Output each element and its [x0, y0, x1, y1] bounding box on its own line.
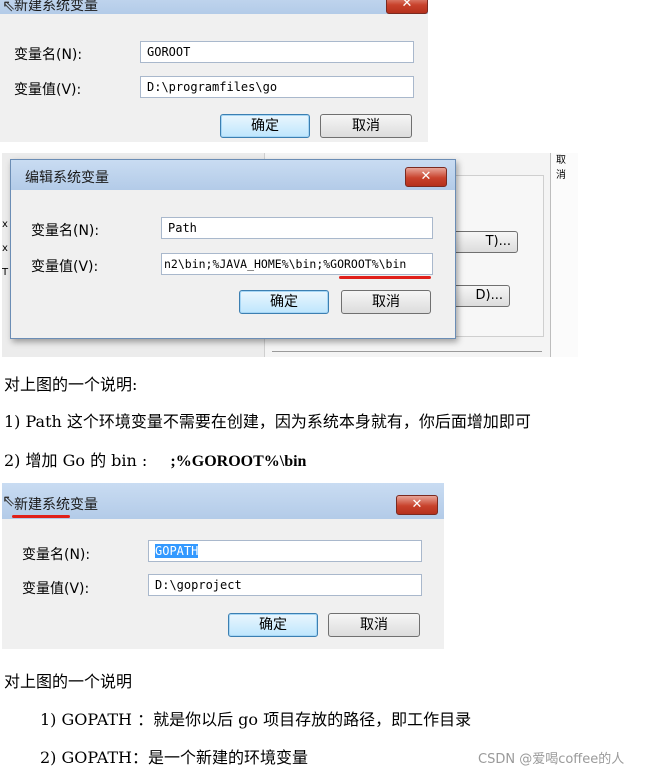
- goroot-underline-mark: [339, 276, 431, 279]
- variable-name-label: 变量名(N):: [22, 547, 91, 563]
- variable-name-label: 变量名(N):: [31, 223, 100, 239]
- notes2-item-2: 2) GOPATH：是一个新建的环境变量: [40, 748, 309, 767]
- notes2-heading: 对上图的一个说明: [4, 672, 133, 691]
- variable-value-label: 变量值(V):: [14, 82, 82, 98]
- selected-text: GOPATH: [155, 544, 199, 558]
- ok-button[interactable]: 确定: [228, 613, 318, 637]
- close-icon[interactable]: ✕: [405, 167, 447, 187]
- notes-item-2-prefix: 2) 增加 Go 的 bin :: [4, 451, 148, 470]
- cancel-button[interactable]: 取消: [320, 114, 412, 138]
- notes-item-2-code: ;%GOROOT%\bin: [170, 453, 307, 470]
- background-right-window: [550, 153, 578, 357]
- title-underline-mark: [12, 515, 70, 518]
- variable-value-field[interactable]: n2\bin;%JAVA_HOME%\bin;%GOROOT%\bin: [161, 253, 433, 275]
- background-cancel-label: 取 消: [556, 155, 566, 181]
- variable-name-field[interactable]: Path: [161, 217, 433, 239]
- cancel-button[interactable]: 取消: [341, 290, 431, 314]
- new-variable-dialog-goroot: 新建系统变量 ✕ 变量名(N): GOROOT 变量值(V): D:\progr…: [0, 0, 428, 142]
- edit-variable-screenshot: T)... D)... 取 消 编辑系统变量 ✕ 变量名(N): Path 变量…: [2, 153, 578, 357]
- cancel-button[interactable]: 取消: [328, 613, 420, 637]
- dialog-title: 新建系统变量: [14, 0, 98, 14]
- variable-value-label: 变量值(V):: [22, 581, 90, 597]
- notes-heading: 对上图的一个说明:: [4, 375, 138, 394]
- dialog-title: 新建系统变量: [14, 497, 98, 513]
- notes-item-1: 1) Path 这个环境变量不需要在创建，因为系统本身就有，你后面增加即可: [4, 412, 531, 431]
- variable-value-field[interactable]: D:\goproject: [148, 574, 422, 596]
- new-variable-dialog-gopath: 新建系统变量 ✕ 变量名(N): GOPATH 变量值(V): D:\gopro…: [2, 483, 444, 649]
- variable-name-field[interactable]: GOROOT: [140, 41, 414, 63]
- edit-variable-dialog: 编辑系统变量 ✕ 变量名(N): Path 变量值(V): n2\bin;%JA…: [10, 159, 456, 339]
- background-button-top: T)...: [450, 231, 518, 253]
- variable-name-field[interactable]: GOPATH: [148, 540, 422, 562]
- ok-button[interactable]: 确定: [239, 290, 329, 314]
- mouse-cursor-icon: ⇖: [2, 491, 16, 510]
- notes2-item-1: 1) GOPATH ：就是你以后 go 项目存放的路径，即工作目录: [40, 710, 472, 729]
- close-icon[interactable]: ✕: [386, 0, 428, 14]
- dialog-title: 编辑系统变量: [25, 170, 109, 186]
- variable-name-label: 变量名(N):: [14, 47, 83, 63]
- notes-item-2: 2) 增加 Go 的 bin : ;%GOROOT%\bin: [4, 447, 306, 471]
- mouse-cursor-icon: ⇖: [2, 0, 16, 15]
- variable-value-field[interactable]: D:\programfiles\go: [140, 76, 414, 98]
- background-left-edge: xxT: [2, 219, 9, 278]
- csdn-watermark: CSDN @爱喝coffee的人: [478, 752, 625, 767]
- background-button-bottom: D)...: [450, 285, 510, 307]
- variable-value-label: 变量值(V):: [31, 259, 99, 275]
- close-icon[interactable]: ✕: [396, 495, 438, 515]
- background-bottom-buttons: [272, 351, 542, 357]
- ok-button[interactable]: 确定: [220, 114, 310, 138]
